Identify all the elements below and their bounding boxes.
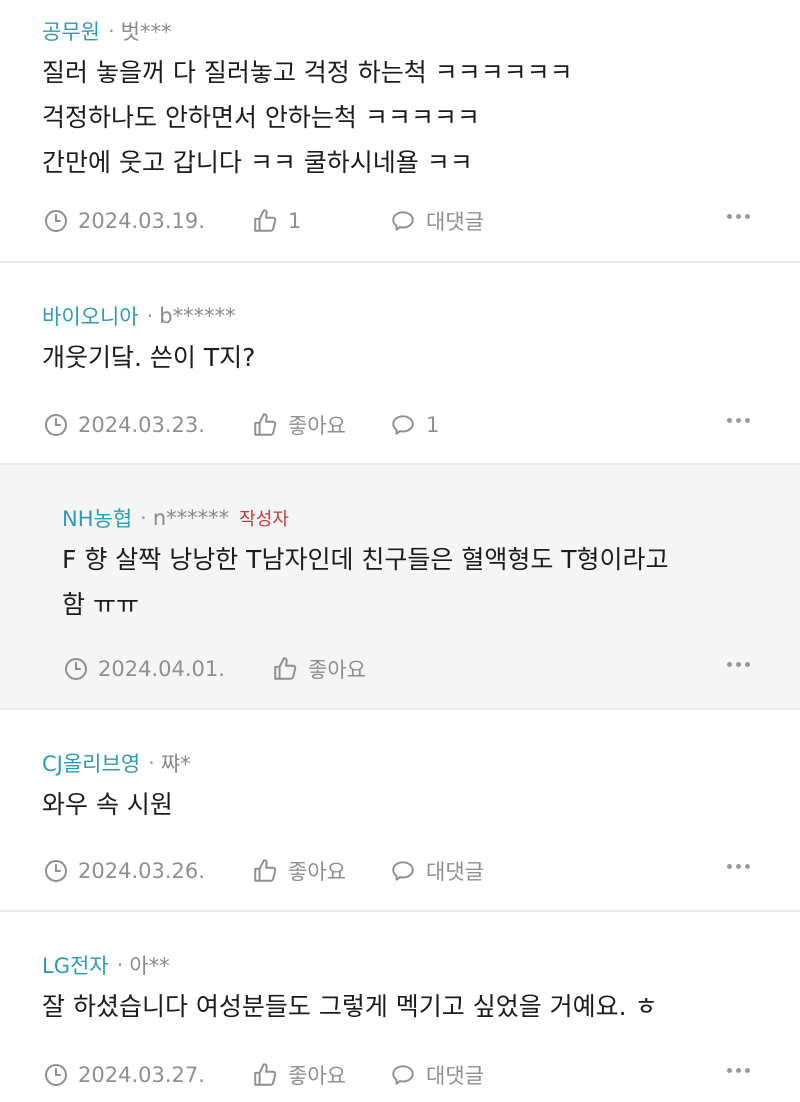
date-text: 2024.03.26. [78,859,205,883]
reply-count: 1 [426,413,440,437]
like-label: 좋아요 [288,860,346,884]
more-dots-icon[interactable] [727,654,750,674]
date-text: 2024.03.19. [78,209,205,233]
more-dots-icon[interactable] [727,1060,750,1080]
like-button[interactable]: 좋아요 [252,410,390,440]
like-label: 좋아요 [288,1064,346,1088]
clock-icon [45,1064,67,1086]
comment-actions: 2024.03.26. 좋아요 대댓글 [44,856,484,886]
reply-label: 대댓글 [426,1064,484,1088]
comment-line: 와우 속 시원 [42,790,173,819]
like-button[interactable]: 좋아요 [252,1060,390,1090]
comment-actions: 2024.03.27. 좋아요 대댓글 [44,1060,484,1090]
company-name[interactable]: 바이오니아 [42,301,139,331]
like-button[interactable]: 1 [252,208,390,234]
thumbs-up-icon [254,413,277,436]
like-count: 1 [288,209,302,233]
company-name[interactable]: LG전자 [42,950,109,980]
like-label: 좋아요 [288,414,346,438]
comment-line: 개웃기닼. 쓴이 T지? [42,343,256,372]
speech-bubble-icon [392,415,414,435]
date-text: 2024.03.27. [78,1063,205,1087]
clock-icon [45,210,67,232]
comment-body: 잘 하셨습니다 여성분들도 그렇게 멕기고 싶었을 거예요. ㅎ [42,984,658,1029]
comment-line: F 향 살짝 낭낭한 T남자인데 친구들은 혈액형도 T형이라고 [62,545,669,574]
date-text: 2024.04.01. [98,657,225,681]
thumbs-up-icon [274,657,297,680]
comment-meta: CJ올리브영 · 쨔* [42,748,191,778]
reply-label: 대댓글 [426,860,484,884]
comment-item: CJ올리브영 · 쨔* 와우 속 시원 2024.03.26. 좋아요 대댓글 [0,710,800,910]
nickname[interactable]: 쨔* [161,748,191,778]
meta-separator: · [107,19,115,43]
comment-meta: 바이오니아 · b****** [42,301,236,331]
comment-meta: 공무원 · 벗*** [42,16,171,46]
nickname[interactable]: 아** [129,950,169,980]
comment-date: 2024.03.27. [44,1063,252,1087]
comment-date: 2024.03.19. [44,209,252,233]
like-button[interactable]: 좋아요 [252,856,390,886]
comment-line: 걱정하나도 안하면서 안하는척 ㅋㅋㅋㅋㅋ [42,103,480,132]
comment-actions: 2024.03.19. 1 대댓글 [44,206,484,236]
like-label: 좋아요 [308,658,366,682]
company-name[interactable]: CJ올리브영 [42,748,140,778]
comment-body: 질러 놓을꺼 다 질러놓고 걱정 하는척 ㅋㅋㅋㅋㅋㅋ 걱정하나도 안하면서 안… [42,50,573,185]
thumbs-up-icon [254,859,277,882]
nickname[interactable]: n****** [153,506,229,530]
meta-separator: · [116,953,124,977]
reply-label: 대댓글 [426,210,484,234]
clock-icon [65,658,87,680]
company-name[interactable]: NH농협 [62,503,132,533]
more-dots-icon[interactable] [727,206,750,226]
comment-item: LG전자 · 아** 잘 하셨습니다 여성분들도 그렇게 멕기고 싶었을 거예요… [0,912,800,1102]
meta-separator: · [148,751,155,775]
comment-meta: LG전자 · 아** [42,950,170,980]
comment-line: 함 ㅠㅠ [62,590,139,619]
clock-icon [45,414,67,436]
more-dots-icon[interactable] [727,856,750,876]
comment-line: 질러 놓을꺼 다 질러놓고 걱정 하는척 ㅋㅋㅋㅋㅋㅋ [42,58,573,87]
comment-item: 바이오니아 · b****** 개웃기닼. 쓴이 T지? 2024.03.23.… [0,263,800,463]
comment-body: 개웃기닼. 쓴이 T지? [42,335,255,380]
comment-date: 2024.03.23. [44,413,252,437]
comment-date: 2024.04.01. [64,657,272,681]
speech-bubble-icon [392,861,414,881]
comment-actions: 2024.04.01. 좋아요 [64,654,410,684]
comment-actions: 2024.03.23. 좋아요 1 [44,410,439,440]
more-dots-icon[interactable] [727,410,750,430]
reply-button[interactable]: 대댓글 [390,206,484,236]
thumbs-up-icon [254,209,277,232]
comment-meta: NH농협 · n****** 작성자 [62,503,289,533]
comment-line: 잘 하셨습니다 여성분들도 그렇게 멕기고 싶었을 거예요. ㅎ [42,992,658,1021]
meta-separator: · [140,506,147,530]
comment-date: 2024.03.26. [44,859,252,883]
thumbs-up-icon [254,1063,277,1086]
reply-button[interactable]: 대댓글 [390,856,484,886]
company-name[interactable]: 공무원 [42,16,100,46]
like-button[interactable]: 좋아요 [272,654,410,684]
date-text: 2024.03.23. [78,413,205,437]
comment-item: 공무원 · 벗*** 질러 놓을꺼 다 질러놓고 걱정 하는척 ㅋㅋㅋㅋㅋㅋ 걱… [0,0,800,262]
nickname[interactable]: 벗*** [121,16,172,46]
author-badge: 작성자 [239,509,289,530]
reply-button[interactable]: 1 [390,412,439,438]
speech-bubble-icon [392,211,414,231]
comment-line: 간만에 웃고 갑니다 ㅋㅋ 쿨하시네욜 ㅋㅋ [42,148,473,177]
clock-icon [45,860,67,882]
comment-body: 와우 속 시원 [42,782,173,827]
meta-separator: · [146,304,154,328]
reply-comment-item: NH농협 · n****** 작성자 F 향 살짝 낭낭한 T남자인데 친구들은… [0,465,800,708]
speech-bubble-icon [392,1065,414,1085]
reply-button[interactable]: 대댓글 [390,1060,484,1090]
comment-body: F 향 살짝 낭낭한 T남자인데 친구들은 혈액형도 T형이라고 함 ㅠㅠ [62,537,669,627]
nickname[interactable]: b****** [159,304,235,328]
